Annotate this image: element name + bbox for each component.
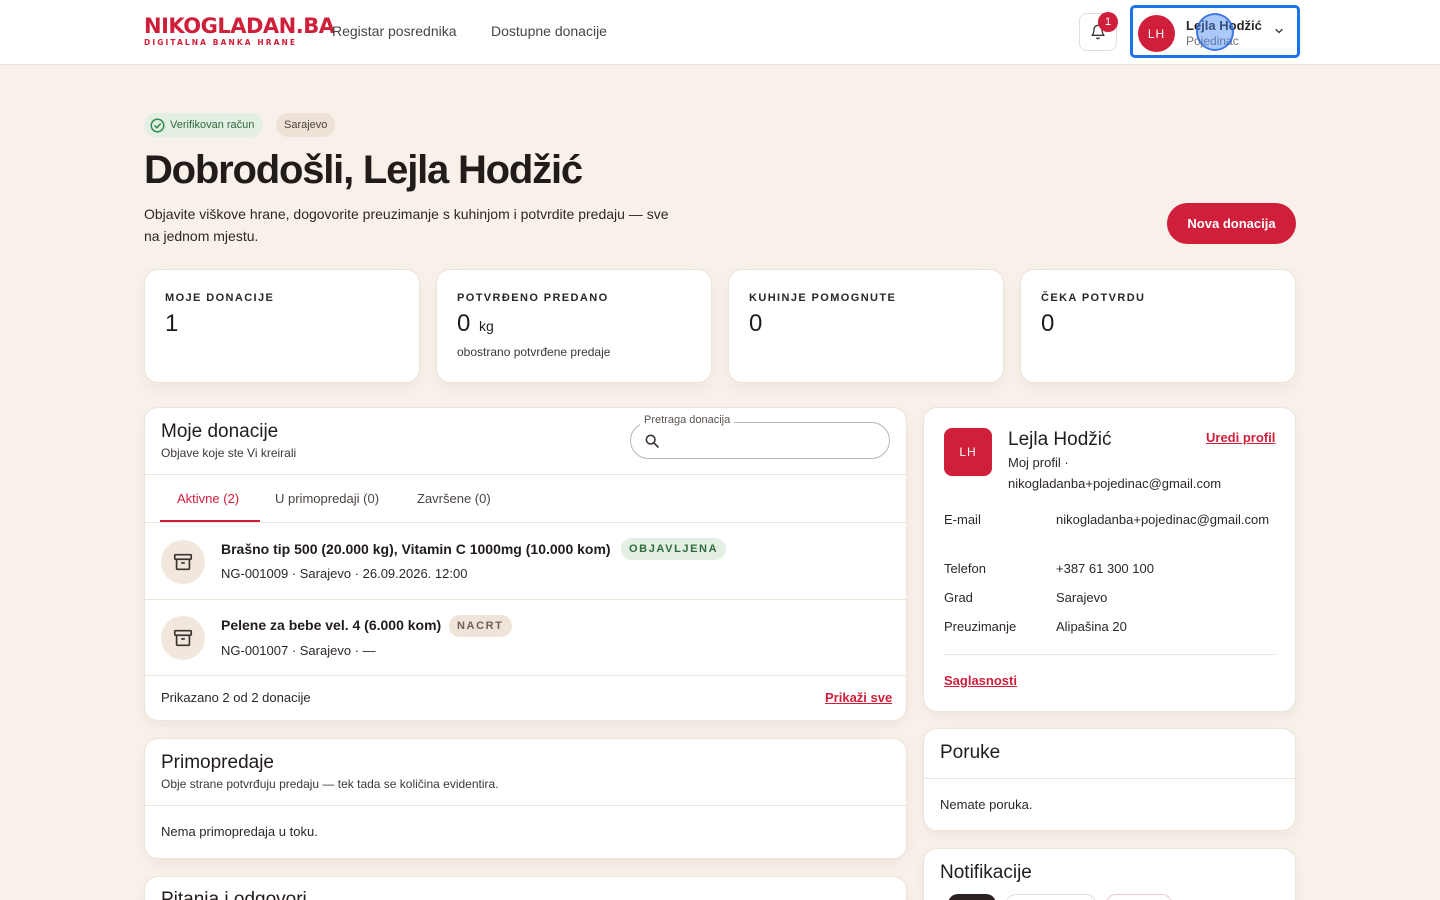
check-circle-icon [150,118,165,132]
stat-unit: kg [479,318,494,334]
divider [145,522,906,523]
profile-field-label: Telefon [944,561,986,576]
profile-field-label: E-mail [944,512,981,527]
stat-value: 1 [165,310,179,337]
stat-label: KUHINJE POMOGNUTE [749,292,897,304]
messages-title: Poruke [940,742,1001,763]
logo-tagline: DIGITALNA BANKA HRANE [144,38,298,47]
tab-zavrsene[interactable]: Završene (0) [417,491,491,506]
profile-field-value: nikogladanba+pojedinac@gmail.com [1056,512,1270,527]
page-subtitle: Objavite viškove hrane, dogovorite preuz… [144,206,669,244]
edit-profile-link[interactable]: Uredi profil [1206,430,1275,445]
divider [145,675,906,676]
stat-card-my-donations: MOJE DONACIJE 1 [144,269,420,383]
notifications-title: Notifikacije [940,862,1032,883]
search-label: Pretraga donacija [640,414,735,426]
verified-badge-label: Verifikovan račun [170,119,255,131]
profile-field-value: Sarajevo [1056,590,1108,605]
logo-wordmark: NIKOGLADAN.BA [144,14,335,38]
status-badge: OBJAVLJENA [621,538,727,560]
qa-title: Pitanja i odgovori [161,889,307,900]
show-all-link[interactable]: Prikaži sve [825,690,892,705]
new-donation-button[interactable]: Nova donacija [1167,203,1296,244]
divider [145,474,906,475]
profile-subline: Moj profil · nikogladanba+pojedinac@gmai… [1008,455,1222,491]
profile-avatar: LH [944,428,992,476]
donation-meta: NG-001009 · Sarajevo · 26.09.2026. 12:00 [221,566,468,581]
archive-icon [161,540,205,584]
handovers-subtitle: Obje strane potvrđuju predaju — tek tada… [161,777,499,791]
donations-subtitle: Objave koje ste Vi kreirali [161,446,297,460]
handovers-title: Primopredaje [161,752,274,773]
logo[interactable]: NIKOGLADAN.BA DIGITALNA BANKA HRANE [144,14,335,47]
divider [944,654,1275,655]
filter-chip[interactable] [1106,894,1172,900]
donation-search-input[interactable] [630,422,890,459]
status-badge: NACRT [449,615,512,637]
stat-value: 0 [749,310,763,337]
donation-title: Brašno tip 500 (20.000 kg), Vitamin C 10… [221,541,611,557]
profile-field-label: Preuzimanje [944,619,1017,634]
chevron-down-icon [1275,28,1283,34]
divider [145,805,906,806]
donations-count: Prikazano 2 od 2 donacije [161,690,311,705]
archive-icon [161,616,205,660]
cursor-indicator [1196,13,1234,51]
divider [924,778,1295,779]
divider [145,599,906,600]
consents-link[interactable]: Saglasnosti [944,673,1017,688]
stat-card-confirmed: POTVRĐENO PREDANO 0 kg obostrano potvrđe… [436,269,712,383]
notification-count-badge: 1 [1098,12,1118,32]
profile-field-value: +387 61 300 100 [1056,561,1154,576]
search-icon [645,434,659,448]
messages-empty: Nemate poruka. [940,797,1033,812]
stat-card-pending: ČEKA POTVRDU 0 [1020,269,1296,383]
profile-field-value: Alipašina 20 [1056,619,1127,634]
donation-meta: NG-001007 · Sarajevo · — [221,643,376,658]
nav-dostupne-donacije[interactable]: Dostupne donacije [491,23,607,39]
profile-field-label: Grad [944,590,973,605]
donation-title: Pelene za bebe vel. 4 (6.000 kom) [221,617,442,633]
verified-badge: Verifikovan račun [144,113,264,137]
filter-chip[interactable] [1006,894,1096,900]
stat-label: MOJE DONACIJE [165,292,275,304]
donations-title: Moje donacije [161,421,279,442]
handovers-empty: Nema primopredaja u toku. [161,824,318,839]
stat-value: 0 kg [457,310,494,337]
stat-card-kitchens: KUHINJE POMOGNUTE 0 [728,269,1004,383]
stat-note: obostrano potvrđene predaje [457,345,611,359]
nav-registar-posrednika[interactable]: Registar posrednika [332,23,457,39]
stat-label: POTVRĐENO PREDANO [457,292,609,304]
city-badge: Sarajevo [276,113,336,137]
stat-value: 0 [1041,310,1055,337]
page-title: Dobrodošli, Lejla Hodžić [144,148,583,192]
stat-label: ČEKA POTVRDU [1041,292,1146,304]
avatar: LH [1138,15,1175,52]
tab-aktivne[interactable]: Aktivne (2) [177,491,239,506]
profile-name: Lejla Hodžić [1008,429,1112,450]
filter-chip[interactable] [948,894,996,900]
tab-u-primopredaji[interactable]: U primopredaji (0) [275,491,379,506]
